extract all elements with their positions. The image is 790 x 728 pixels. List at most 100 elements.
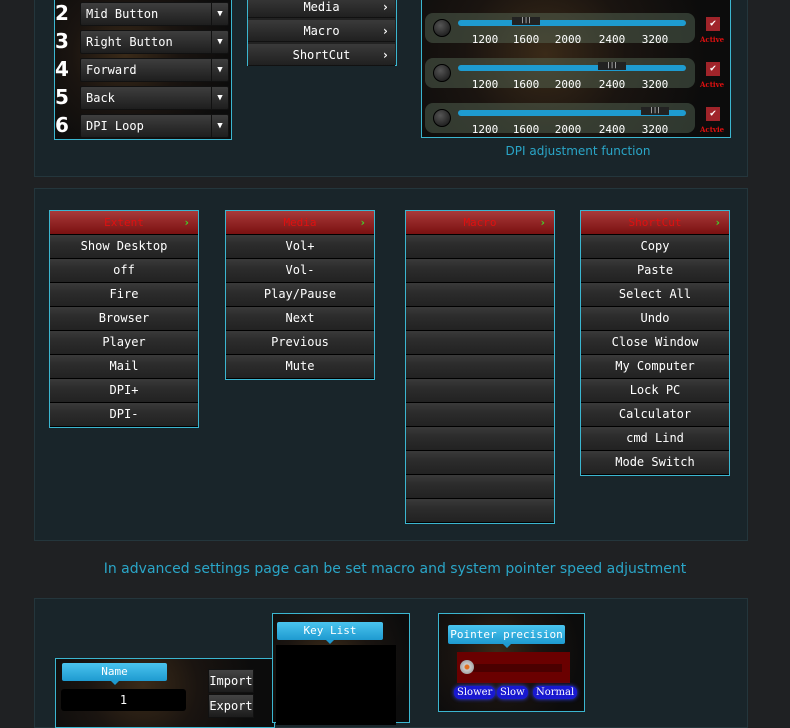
export-button[interactable]: Export	[208, 694, 254, 718]
dpi-slider-row: ||| 1200 1600 2000 2400 3200	[425, 58, 695, 91]
list-item[interactable]: Show Desktop	[50, 235, 198, 259]
list-item[interactable]: Mode Switch	[581, 451, 729, 475]
list-shortcut: ShortCut › Copy Paste Select All Undo Close Wi…	[580, 210, 730, 476]
list-item[interactable]: Player	[50, 331, 198, 355]
list-item[interactable]: Select All	[581, 283, 729, 307]
menu-item-media[interactable]: Media ›	[248, 0, 395, 18]
list-media: Media › Vol+ Vol- Play/Pause Next Previous Mute	[225, 210, 375, 380]
chevron-down-icon: ▼	[211, 115, 228, 137]
list-item[interactable]	[406, 235, 554, 259]
list-item[interactable]: Mail	[50, 355, 198, 379]
list-item[interactable]: My Computer	[581, 355, 729, 379]
speed-label-normal[interactable]: Normal	[533, 686, 578, 699]
list-item[interactable]: Previous	[226, 331, 374, 355]
list-item[interactable]	[406, 283, 554, 307]
list-item[interactable]	[406, 307, 554, 331]
key-list[interactable]	[276, 645, 396, 725]
list-item[interactable]	[406, 331, 554, 355]
dpi-radio[interactable]	[433, 19, 451, 37]
dropdown-value: Back	[86, 91, 115, 105]
list-item[interactable]: DPI+	[50, 379, 198, 403]
dpi-slider-thumb[interactable]: |||	[641, 107, 669, 115]
button-number: 4	[55, 57, 69, 81]
menu-item-macro[interactable]: Macro ›	[248, 20, 395, 42]
list-item[interactable]: off	[50, 259, 198, 283]
chevron-down-icon: ▼	[211, 87, 228, 109]
active-checkbox[interactable]: ✔	[706, 62, 720, 76]
dpi-slider-row: ||| 1200 1600 2000 2400 3200	[425, 13, 695, 46]
list-item[interactable]	[406, 355, 554, 379]
list-item[interactable]: Play/Pause	[226, 283, 374, 307]
pointer-slider[interactable]	[457, 652, 570, 683]
list-title: Macro	[463, 216, 497, 229]
import-button[interactable]: Import	[208, 669, 254, 693]
active-label: Active	[700, 80, 725, 89]
name-input[interactable]: 1	[61, 689, 186, 711]
dpi-slider-track[interactable]: ||| 1200 1600 2000 2400 3200	[458, 62, 686, 91]
list-item[interactable]	[406, 259, 554, 283]
button-dropdown[interactable]: Forward ▼	[80, 58, 229, 82]
list-item[interactable]: DPI-	[50, 403, 198, 427]
list-item[interactable]: Calculator	[581, 403, 729, 427]
speed-label-slower[interactable]: Slower	[454, 686, 496, 699]
dpi-tick-label: 1600	[512, 123, 540, 136]
menu-item-label: Media	[303, 0, 340, 14]
button-number: 2	[55, 1, 69, 25]
list-title: Media	[283, 216, 317, 229]
dpi-slider-row: ||| 1200 1600 2000 2400 3200	[425, 103, 695, 136]
list-item[interactable]	[406, 499, 554, 523]
button-number: 3	[55, 29, 69, 53]
active-checkbox[interactable]: ✔	[706, 17, 720, 31]
dpi-radio[interactable]	[433, 109, 451, 127]
list-item[interactable]: Lock PC	[581, 379, 729, 403]
dpi-tick-label: 2400	[598, 123, 626, 136]
list-item[interactable]	[406, 451, 554, 475]
list-item[interactable]	[406, 403, 554, 427]
dpi-tick-label: 2000	[554, 33, 582, 46]
button-number: 5	[55, 85, 69, 109]
dropdown-value: Forward	[86, 63, 137, 77]
dpi-tick-label: 3200	[641, 33, 669, 46]
menu-item-label: Macro	[303, 24, 340, 38]
pointer-slider-thumb[interactable]	[460, 660, 474, 674]
chevron-right-icon: ›	[359, 216, 366, 229]
button-dropdown[interactable]: DPI Loop ▼	[80, 114, 229, 138]
list-item[interactable]: Paste	[581, 259, 729, 283]
menu-item-shortcut[interactable]: ShortCut ›	[248, 44, 395, 66]
button-dropdown[interactable]: Back ▼	[80, 86, 229, 110]
dpi-slider-thumb[interactable]: |||	[598, 62, 626, 70]
speed-label-slow[interactable]: Slow	[497, 686, 528, 699]
list-item[interactable]	[406, 427, 554, 451]
list-item[interactable]	[406, 379, 554, 403]
active-checkbox[interactable]: ✔	[706, 107, 720, 121]
list-header[interactable]: Media ›	[226, 211, 374, 235]
button-dropdown[interactable]: Right Button ▼	[80, 30, 229, 54]
list-item[interactable]: Next	[226, 307, 374, 331]
list-item[interactable]	[406, 475, 554, 499]
dpi-slider-thumb[interactable]: |||	[512, 17, 540, 25]
dpi-slider-track[interactable]: ||| 1200 1600 2000 2400 3200	[458, 107, 686, 136]
dpi-tick-label: 3200	[641, 78, 669, 91]
list-item[interactable]: Copy	[581, 235, 729, 259]
dpi-slider-track[interactable]: ||| 1200 1600 2000 2400 3200	[458, 17, 686, 46]
list-item[interactable]: Vol-	[226, 259, 374, 283]
dropdown-value: DPI Loop	[86, 119, 144, 133]
chevron-right-icon: ›	[381, 24, 389, 38]
list-item[interactable]: cmd Lind	[581, 427, 729, 451]
list-item[interactable]: Fire	[50, 283, 198, 307]
button-number: 6	[55, 113, 69, 137]
list-header[interactable]: Extent ›	[50, 211, 198, 235]
list-header[interactable]: ShortCut ›	[581, 211, 729, 235]
list-item[interactable]: Undo	[581, 307, 729, 331]
list-item[interactable]: Mute	[226, 355, 374, 379]
dpi-radio[interactable]	[433, 64, 451, 82]
pointer-slider-track	[462, 664, 562, 672]
dpi-tick-label: 2000	[554, 78, 582, 91]
list-item[interactable]: Browser	[50, 307, 198, 331]
dpi-tick-label: 1200	[471, 33, 499, 46]
list-item[interactable]: Vol+	[226, 235, 374, 259]
list-header[interactable]: Macro ›	[406, 211, 554, 235]
dpi-tick-label: 3200	[641, 123, 669, 136]
list-item[interactable]: Close Window	[581, 331, 729, 355]
button-dropdown[interactable]: Mid Button ▼	[80, 2, 229, 26]
